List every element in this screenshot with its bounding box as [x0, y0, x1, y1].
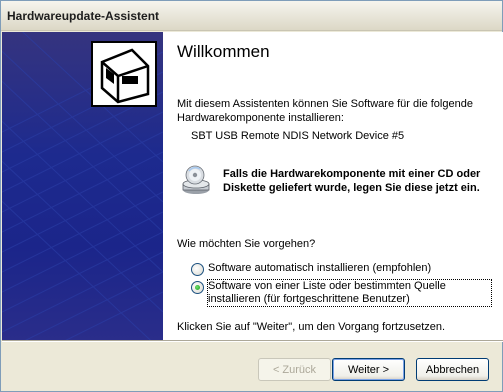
continue-hint: Klicken Sie auf "Weiter", um den Vorgang…: [177, 321, 446, 333]
option-auto-install-label[interactable]: Software automatisch installieren (empfo…: [208, 262, 431, 275]
option-auto-install[interactable]: Software automatisch installieren (empfo…: [191, 262, 431, 276]
cd-drive-icon: [182, 165, 210, 194]
intro-text: Mit diesem Assistenten können Sie Softwa…: [177, 98, 473, 124]
radio-manual-install[interactable]: [191, 281, 204, 294]
next-button[interactable]: Weiter >: [332, 358, 405, 381]
option-manual-install[interactable]: Software von einer Liste oder bestimmten…: [191, 279, 492, 307]
wizard-window: Hardwareupdate-Assistent Willkommen Mit …: [0, 0, 503, 392]
wizard-main: Willkommen Mit diesem Assistenten können…: [163, 32, 503, 340]
question-label: Wie möchten Sie vorgehen?: [177, 238, 316, 250]
cancel-button[interactable]: Abbrechen: [416, 358, 489, 381]
cd-notice: Falls die Hardwarekomponente mit einer C…: [223, 168, 481, 194]
divider: [2, 340, 503, 342]
radio-auto-install[interactable]: [191, 263, 204, 276]
hardware-wizard-icon: [91, 41, 157, 107]
device-name: SBT USB Remote NDIS Network Device #5: [191, 130, 405, 142]
wizard-content: Willkommen Mit diesem Assistenten können…: [2, 32, 503, 340]
page-title: Willkommen: [177, 42, 270, 61]
sidebar-graphic: [2, 32, 163, 340]
window-title: Hardwareupdate-Assistent: [7, 9, 160, 23]
title-bar[interactable]: Hardwareupdate-Assistent: [1, 1, 502, 31]
option-manual-install-label[interactable]: Software von einer Liste oder bestimmten…: [207, 279, 492, 307]
back-button[interactable]: < Zurück: [258, 358, 331, 381]
wizard-sidebar: [2, 32, 163, 340]
